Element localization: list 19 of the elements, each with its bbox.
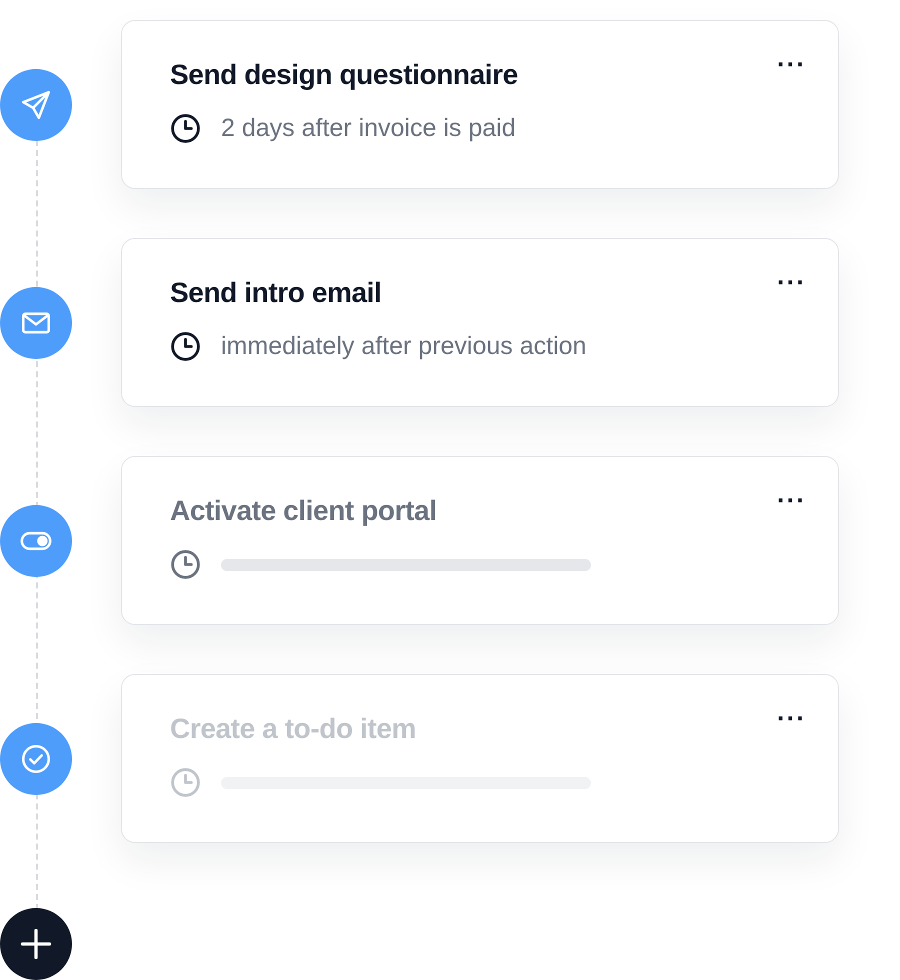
clock-icon [170, 331, 201, 362]
step-title: Send design questionnaire [170, 59, 518, 91]
clock-icon [170, 767, 201, 798]
step-title: Create a to-do item [170, 713, 416, 745]
more-button[interactable]: ··· [777, 487, 806, 513]
step-title: Activate client portal [170, 495, 437, 527]
step-card[interactable]: Send intro email ··· immediately after previous action [121, 238, 839, 407]
step-title: Send intro email [170, 277, 382, 309]
more-button[interactable]: ··· [777, 51, 806, 77]
step-card[interactable]: Create a to-do item ··· [121, 674, 839, 843]
step-card[interactable]: Send design questionnaire ··· 2 days after invoice is paid [121, 20, 839, 189]
timing-text: 2 days after invoice is paid [221, 114, 516, 143]
clock-icon [170, 549, 201, 580]
step-card[interactable]: Activate client portal ··· [121, 456, 839, 625]
clock-icon [170, 113, 201, 144]
more-button[interactable]: ··· [777, 705, 806, 731]
timing-text: immediately after previous action [221, 332, 586, 361]
plus-icon [18, 926, 54, 962]
more-button[interactable]: ··· [777, 269, 806, 295]
